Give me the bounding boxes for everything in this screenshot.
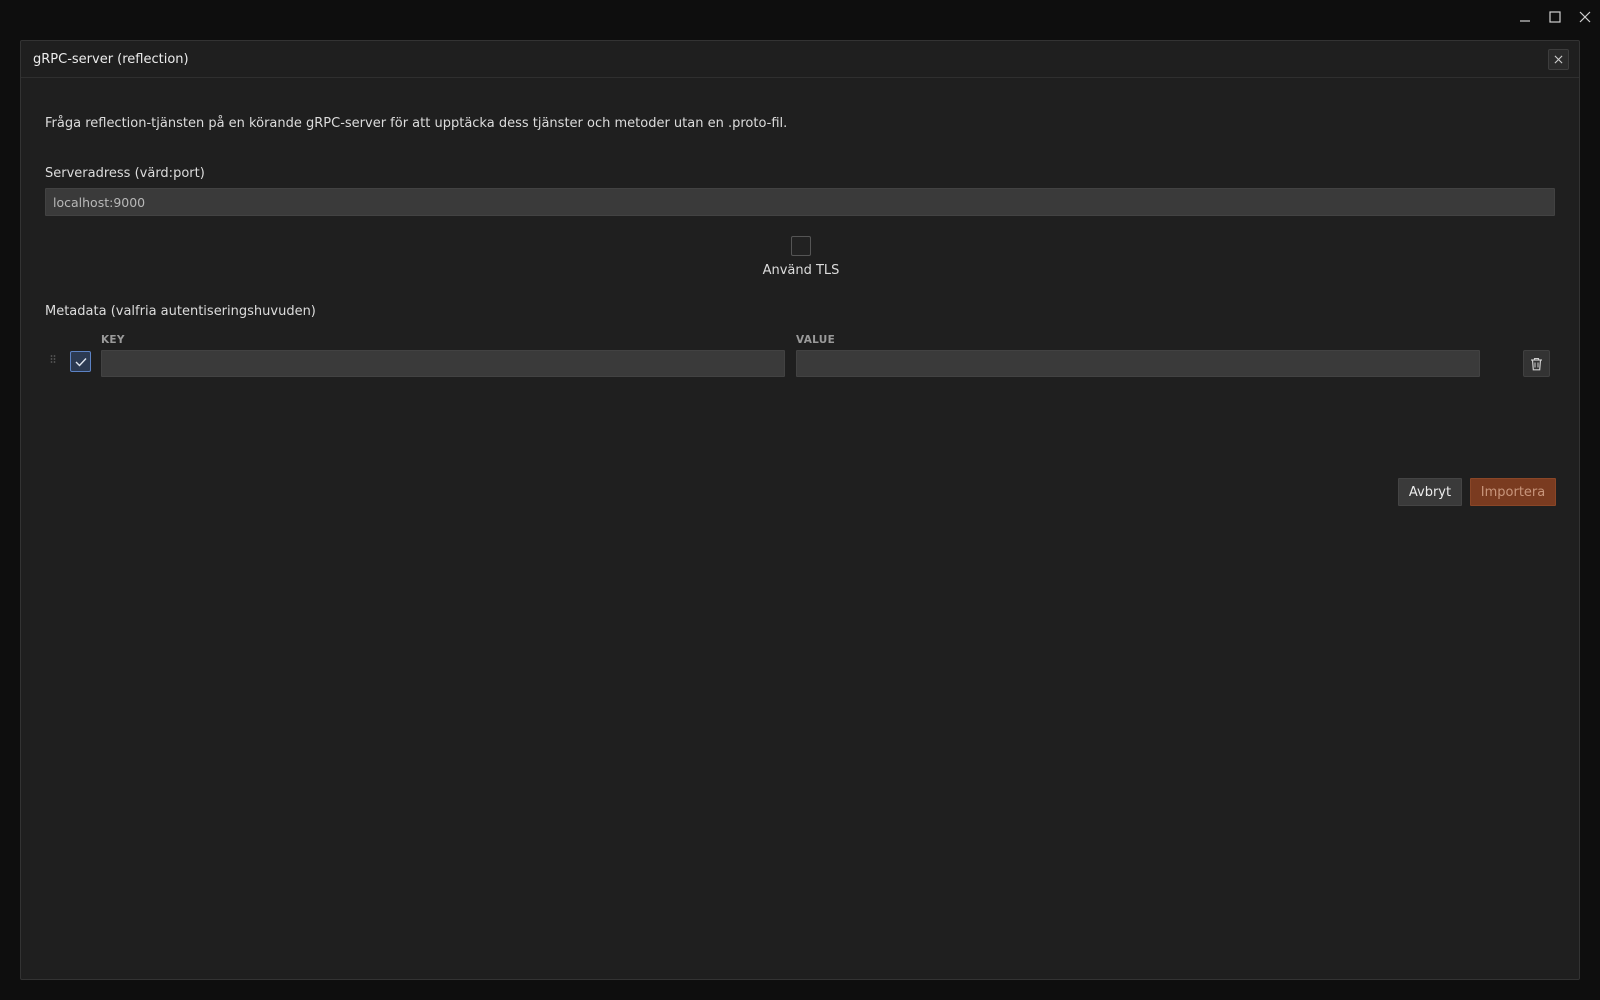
minimize-icon[interactable] <box>1510 0 1540 34</box>
close-icon <box>1554 55 1563 63</box>
dialog-title: gRPC-server (reflection) <box>33 51 189 67</box>
metadata-key-input[interactable] <box>101 350 785 377</box>
metadata-value-input[interactable] <box>796 350 1480 377</box>
metadata-value-header: VALUE <box>796 334 836 346</box>
dialog-close-button[interactable] <box>1548 48 1569 70</box>
dialog-header: gRPC-server (reflection) <box>21 41 1579 78</box>
server-address-label: Serveradress (värd:port) <box>45 166 205 181</box>
checkmark-icon <box>75 357 87 367</box>
drag-handle-icon[interactable] <box>50 354 58 366</box>
import-button[interactable]: Importera <box>1470 478 1556 506</box>
trash-icon <box>1531 357 1542 370</box>
cancel-button[interactable]: Avbryt <box>1398 478 1462 506</box>
server-address-input[interactable] <box>45 188 1555 216</box>
window-controls <box>1510 0 1600 34</box>
use-tls-checkbox[interactable] <box>791 236 811 256</box>
metadata-label: Metadata (valfria autentiseringshuvuden) <box>45 304 316 319</box>
metadata-key-header: KEY <box>101 334 125 346</box>
grpc-reflection-dialog: gRPC-server (reflection) Fråga reflectio… <box>20 40 1580 980</box>
maximize-icon[interactable] <box>1540 0 1570 34</box>
close-icon[interactable] <box>1570 0 1600 34</box>
delete-row-button[interactable] <box>1523 350 1550 377</box>
metadata-row-enabled-checkbox[interactable] <box>70 351 91 372</box>
use-tls-label: Använd TLS <box>762 263 840 278</box>
dialog-description: Fråga reflection-tjänsten på en körande … <box>45 116 788 131</box>
